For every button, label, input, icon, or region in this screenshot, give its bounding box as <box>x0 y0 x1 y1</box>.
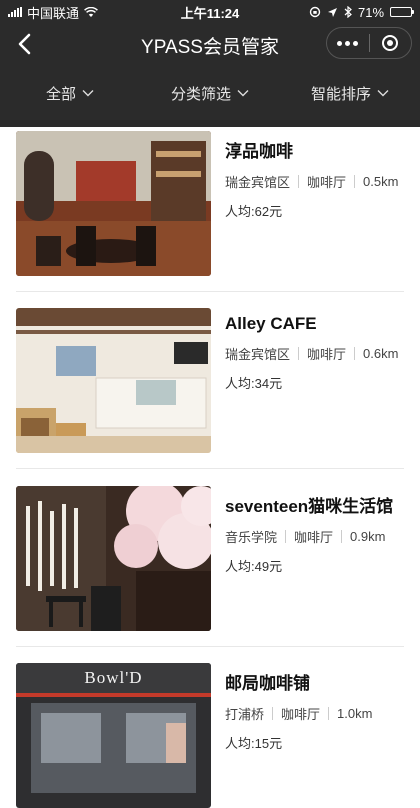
status-bar: 中国联通 上午11:24 71% <box>0 0 420 24</box>
shop-area: 打浦桥 <box>225 707 265 722</box>
shop-item[interactable]: Bowl'D 邮局咖啡铺 打浦桥 咖啡厅 1.0km 人均:15元 <box>16 663 404 808</box>
list-divider <box>16 291 404 292</box>
filter-all-label: 全部 <box>45 85 76 103</box>
meta-divider <box>298 175 300 188</box>
app-header: 中国联通 上午11:24 71% YPASS会员管家 全部 分类筛选 智能排序 <box>0 0 420 127</box>
shop-meta: 音乐学院 咖啡厅 0.9km <box>225 527 404 546</box>
filter-bar: 全部 分类筛选 智能排序 <box>0 80 420 106</box>
chevron-down-icon <box>82 90 94 97</box>
meta-divider <box>354 175 356 188</box>
shop-price: 人均:15元 <box>225 736 283 751</box>
shop-name: 邮局咖啡铺 <box>225 674 310 693</box>
navigation-bar: YPASS会员管家 <box>0 24 420 64</box>
shop-area: 瑞金宾馆区 <box>225 175 291 190</box>
filter-sort[interactable]: 智能排序 <box>280 80 420 106</box>
list-divider <box>16 468 404 469</box>
shop-distance: 0.9km <box>350 529 386 544</box>
shop-name: seventeen猫咪生活馆 <box>225 497 394 516</box>
shop-photo <box>16 486 211 631</box>
filter-sort-label: 智能排序 <box>310 85 371 103</box>
shop-area: 音乐学院 <box>225 530 278 545</box>
shop-distance: 0.5km <box>363 174 399 189</box>
filter-category-label: 分类筛选 <box>170 85 231 103</box>
shop-item[interactable]: 淳品咖啡 瑞金宾馆区 咖啡厅 0.5km 人均:62元 <box>16 131 404 276</box>
meta-divider <box>341 530 343 543</box>
shop-area: 瑞金宾馆区 <box>225 347 291 362</box>
shop-price: 人均:34元 <box>225 376 283 391</box>
status-time: 上午11:24 <box>180 5 240 21</box>
meta-divider <box>285 530 287 543</box>
shop-sign-text: Bowl'D <box>84 668 143 687</box>
lock-rotation-icon <box>309 6 321 18</box>
mini-program-capsule <box>326 27 412 59</box>
shop-photo <box>16 131 211 276</box>
close-ring-icon <box>382 35 399 51</box>
shop-category: 咖啡厅 <box>307 175 347 190</box>
signal-icon <box>8 7 22 17</box>
meta-divider <box>298 347 300 360</box>
more-dots-icon <box>337 40 359 46</box>
shop-category: 咖啡厅 <box>307 347 347 362</box>
shop-photo: Bowl'D <box>16 663 211 808</box>
shop-name: Alley CAFE <box>225 314 317 333</box>
list-divider <box>16 646 404 647</box>
shop-item[interactable]: seventeen猫咪生活馆 音乐学院 咖啡厅 0.9km 人均:49元 <box>16 486 404 631</box>
filter-category[interactable]: 分类筛选 <box>140 80 280 106</box>
meta-divider <box>272 707 274 720</box>
meta-divider <box>354 347 356 360</box>
meta-divider <box>328 707 330 720</box>
shop-price: 人均:49元 <box>225 559 283 574</box>
carrier-label: 中国联通 <box>27 5 80 21</box>
shop-item[interactable]: Alley CAFE 瑞金宾馆区 咖啡厅 0.6km 人均:34元 <box>16 308 404 453</box>
chevron-down-icon <box>237 90 249 97</box>
more-button[interactable] <box>327 40 369 46</box>
location-icon <box>327 7 337 17</box>
shop-meta: 瑞金宾馆区 咖啡厅 0.5km <box>225 172 404 191</box>
shop-distance: 1.0km <box>337 706 373 721</box>
shop-price: 人均:62元 <box>225 204 283 219</box>
shop-name: 淳品咖啡 <box>225 142 293 161</box>
shop-meta: 打浦桥 咖啡厅 1.0km <box>225 704 404 723</box>
shop-meta: 瑞金宾馆区 咖啡厅 0.6km <box>225 344 404 363</box>
bluetooth-icon <box>344 6 352 18</box>
close-button[interactable] <box>370 35 412 51</box>
shop-distance: 0.6km <box>363 346 399 361</box>
shop-photo <box>16 308 211 453</box>
battery-icon <box>390 7 415 17</box>
battery-percent: 71% <box>357 4 385 20</box>
filter-all[interactable]: 全部 <box>0 80 140 106</box>
shop-category: 咖啡厅 <box>294 530 334 545</box>
shop-category: 咖啡厅 <box>281 707 321 722</box>
wifi-icon <box>84 6 98 17</box>
chevron-down-icon <box>377 90 389 97</box>
